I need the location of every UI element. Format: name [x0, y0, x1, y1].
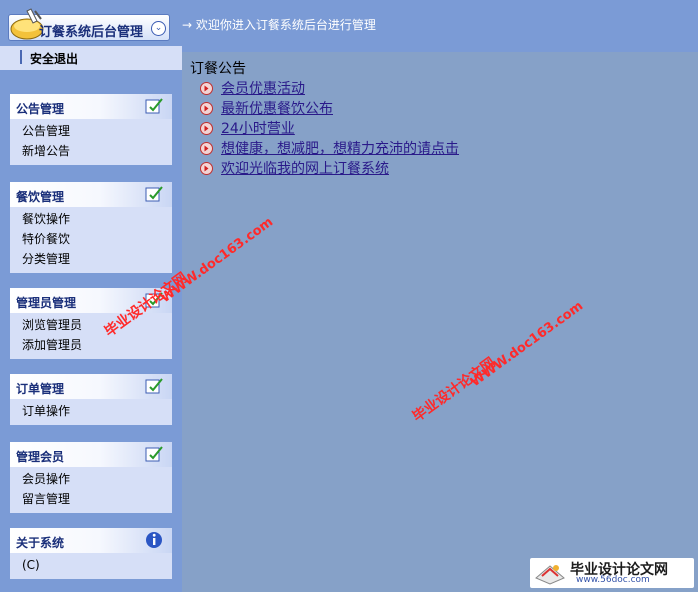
- arrow-bullet-icon: [200, 141, 213, 155]
- group-member-management: 管理会员 会员操作 留言管理: [10, 442, 172, 513]
- menu-item[interactable]: 公告管理: [22, 121, 172, 141]
- logout-marker: [20, 50, 22, 64]
- arrow-bullet-icon: [200, 161, 213, 175]
- menu-item[interactable]: 新增公告: [22, 141, 172, 161]
- group-header[interactable]: 管理会员: [10, 442, 172, 467]
- menu-item[interactable]: 订单操作: [22, 401, 172, 421]
- menu-item[interactable]: 会员操作: [22, 469, 172, 489]
- menu-item[interactable]: 添加管理员: [22, 335, 172, 355]
- arrow-bullet-icon: [200, 101, 213, 115]
- sidebar: 安全退出 公告管理 公告管理 新增公告 餐饮管理 餐饮操作 特价餐饮 分类管理 …: [0, 46, 182, 592]
- group-about-system: 关于系统 (C): [10, 528, 172, 579]
- welcome-message: → 欢迎你进入订餐系统后台进行管理: [182, 18, 376, 32]
- top-bar: 订餐系统后台管理 ⌄ → 欢迎你进入订餐系统后台进行管理: [0, 0, 698, 46]
- edit-icon: [145, 186, 163, 202]
- copyright-text: (C): [22, 558, 40, 572]
- arrow-bullet-icon: [200, 81, 213, 95]
- group-title: 订单管理: [16, 382, 65, 396]
- menu-item[interactable]: 餐饮操作: [22, 209, 172, 229]
- notice-item: 欢迎光临我的网上订餐系统: [200, 158, 459, 178]
- group-notice-management: 公告管理 公告管理 新增公告: [10, 94, 172, 165]
- collapse-chevron-icon[interactable]: ⌄: [151, 21, 166, 36]
- group-title: 管理员管理: [16, 296, 77, 310]
- notice-item: 24小时营业: [200, 118, 459, 138]
- logout-row: 安全退出: [0, 46, 182, 70]
- group-title: 管理会员: [16, 450, 65, 464]
- notice-link[interactable]: 想健康，想减肥，想精力充沛的请点击: [221, 138, 459, 158]
- group-header[interactable]: 关于系统: [10, 528, 172, 553]
- edit-icon: [145, 446, 163, 462]
- group-header[interactable]: 餐饮管理: [10, 182, 172, 207]
- main-panel: 订餐公告 会员优惠活动 最新优惠餐饮公布 24小时营业 想健康，想减肥，想精力充…: [182, 46, 698, 592]
- menu-item[interactable]: 分类管理: [22, 249, 172, 269]
- notice-item: 最新优惠餐饮公布: [200, 98, 459, 118]
- corner-watermark-url: www.56doc.com: [576, 575, 650, 585]
- arrow-bullet-icon: [200, 121, 213, 135]
- notice-link[interactable]: 最新优惠餐饮公布: [221, 98, 333, 118]
- corner-watermark-logo: 毕业设计论文网 www.56doc.com: [530, 558, 694, 588]
- menu-item[interactable]: 留言管理: [22, 489, 172, 509]
- info-icon: [146, 532, 162, 548]
- menu-item[interactable]: 特价餐饮: [22, 229, 172, 249]
- edit-icon: [145, 378, 163, 394]
- group-catering-management: 餐饮管理 餐饮操作 特价餐饮 分类管理: [10, 182, 172, 273]
- notice-item: 想健康，想减肥，想精力充沛的请点击: [200, 138, 459, 158]
- edit-icon: [145, 98, 163, 114]
- group-header[interactable]: 订单管理: [10, 374, 172, 399]
- app-title: 订餐系统后台管理: [39, 25, 144, 40]
- group-title: 关于系统: [16, 536, 65, 550]
- app-title-box: 订餐系统后台管理 ⌄: [8, 8, 170, 41]
- group-title: 餐饮管理: [16, 190, 65, 204]
- group-title: 公告管理: [16, 102, 65, 116]
- menu-item[interactable]: 浏览管理员: [22, 315, 172, 335]
- notice-title: 订餐公告: [190, 61, 246, 77]
- notice-list: 会员优惠活动 最新优惠餐饮公布 24小时营业 想健康，想减肥，想精力充沛的请点击…: [200, 78, 459, 178]
- group-order-management: 订单管理 订单操作: [10, 374, 172, 425]
- notice-link[interactable]: 欢迎光临我的网上订餐系统: [221, 158, 389, 178]
- group-header[interactable]: 公告管理: [10, 94, 172, 119]
- notice-link[interactable]: 24小时营业: [221, 118, 295, 138]
- logout-link[interactable]: 安全退出: [30, 50, 78, 67]
- main-top-strip: [182, 46, 698, 52]
- book-logo-icon: [535, 565, 565, 585]
- notice-item: 会员优惠活动: [200, 78, 459, 98]
- notice-link[interactable]: 会员优惠活动: [221, 78, 305, 98]
